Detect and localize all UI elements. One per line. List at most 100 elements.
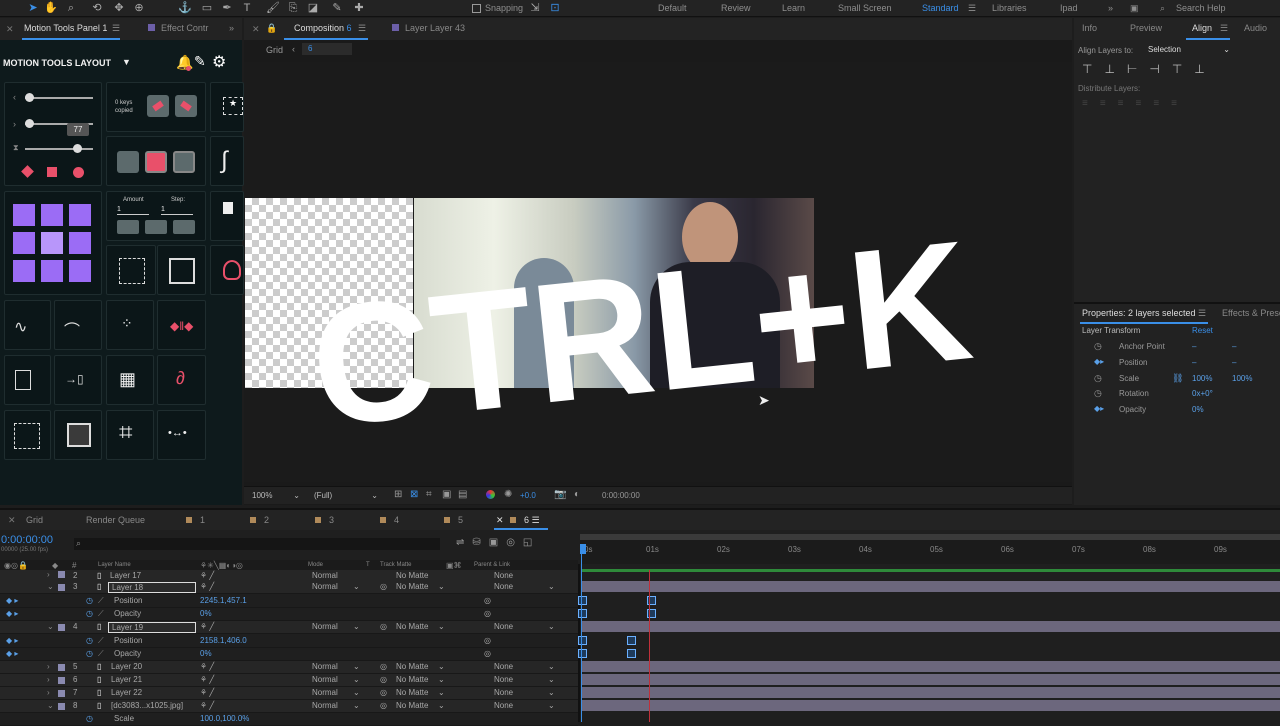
collapse-icon[interactable]: ⌄ [47, 622, 54, 631]
keyframe-nav-icon[interactable]: ◆ ▸ [6, 636, 18, 645]
label-color[interactable] [58, 571, 65, 578]
region-icon[interactable]: ⊞ [394, 489, 402, 500]
keyframe-diamond-icon[interactable] [21, 165, 34, 178]
collapse-icon[interactable]: ⌄ [47, 582, 54, 591]
more-tabs-icon[interactable]: » [229, 23, 234, 33]
expand-icon[interactable]: › [47, 570, 50, 579]
transfer-cell[interactable]: →▯ [54, 355, 102, 405]
shy-icon[interactable]: ⚘ ╱ [200, 701, 214, 710]
workspace-standard[interactable]: Standard [922, 3, 959, 13]
current-time[interactable]: 0:00:00:00 [602, 491, 640, 500]
shy-icon[interactable]: ⚘ ╱ [200, 688, 214, 697]
tile-cell[interactable]: ▦ [106, 355, 154, 405]
paste-keys-button[interactable] [175, 95, 197, 117]
brush-icon[interactable]: 🖌 [266, 1, 280, 15]
stopwatch-icon[interactable]: ◷ [1094, 341, 1102, 352]
tab-align[interactable]: Align [1192, 23, 1212, 33]
bounding-box-cell[interactable] [106, 245, 156, 295]
prop-value[interactable]: 0% [1192, 405, 1204, 414]
tab-comp-5[interactable]: 5 [444, 515, 463, 525]
layer-name[interactable]: Layer 20 [111, 662, 142, 671]
chevron-down-icon[interactable]: ⌄ [353, 582, 360, 591]
breadcrumb-6[interactable]: 6 [302, 43, 352, 55]
anchor-top[interactable] [41, 204, 63, 226]
anchor-bottom-left[interactable] [13, 260, 35, 282]
workspace-libraries[interactable]: Libraries [992, 3, 1027, 13]
anchor-bottom[interactable] [41, 260, 63, 282]
close-icon[interactable]: ✕ [8, 515, 16, 526]
mode-select[interactable]: Normal [312, 571, 338, 580]
property-row[interactable]: ◆ ▸ ◷ ⟋ Position 2158.1,406.0 ◎ [0, 635, 578, 648]
eraser-icon[interactable]: ◪ [306, 1, 320, 15]
mode-select[interactable]: Normal [312, 688, 338, 697]
col-parent[interactable]: Parent & Link [474, 562, 510, 568]
link-icon[interactable]: ⛓ [1172, 373, 1183, 384]
chevron-down-icon[interactable]: ▼ [122, 57, 131, 67]
keyframe-icon[interactable]: ◆▸ [1094, 357, 1104, 366]
resolution-select[interactable]: (Full) ⌄ [314, 490, 378, 502]
mode-select[interactable]: Normal [312, 675, 338, 684]
layer-duration-bar[interactable] [582, 661, 1280, 672]
layer-duration-bar[interactable] [582, 621, 1280, 632]
chevron-down-icon[interactable]: ⌄ [438, 582, 445, 591]
label-color[interactable] [58, 690, 65, 697]
step-input[interactable]: 1 [161, 206, 193, 215]
anchor-right[interactable] [69, 232, 91, 254]
link-icon[interactable]: ◎ [380, 701, 387, 710]
parent-select[interactable]: None [494, 662, 513, 671]
tab-composition[interactable]: Composition 6 [294, 23, 352, 33]
mode-select[interactable]: Normal [312, 622, 338, 631]
parent-select[interactable]: None [494, 675, 513, 684]
keyframe-icon[interactable] [578, 609, 587, 618]
chevron-down-icon[interactable]: ⌄ [438, 675, 445, 684]
tab-comp-1[interactable]: 1 [186, 515, 205, 525]
zoom-select[interactable]: 100% ⌄ [252, 490, 300, 502]
keyframe-nav-icon[interactable]: ◆ ▸ [6, 609, 18, 618]
label-color[interactable] [58, 703, 65, 710]
pan-behind-icon[interactable]: ⊕ [132, 1, 146, 15]
stroke-button[interactable] [173, 151, 195, 173]
link-icon[interactable]: ◎ [380, 688, 387, 697]
tab-comp-2[interactable]: 2 [250, 515, 269, 525]
align-to-select[interactable]: Selection ⌄ [1148, 44, 1230, 56]
pickwhip-icon[interactable]: ◎ [484, 649, 491, 658]
keyframe-circle-icon[interactable] [73, 167, 84, 178]
more-workspaces-icon[interactable]: » [1108, 3, 1113, 13]
layer-duration-bar[interactable] [582, 687, 1280, 698]
chevron-down-icon[interactable]: ⌄ [438, 662, 445, 671]
mode-select[interactable]: Normal [312, 582, 338, 591]
interpolate-button[interactable] [117, 151, 139, 173]
shy-icon[interactable]: ⚘ ╱ [200, 662, 214, 671]
snap-icon[interactable]: ⇲ [528, 1, 542, 15]
link-icon[interactable]: ◎ [380, 582, 387, 591]
chevron-down-icon[interactable]: ⌄ [353, 701, 360, 710]
layer-name[interactable]: Layer 22 [111, 688, 142, 697]
layer-duration-bar[interactable] [582, 581, 1280, 592]
chevron-down-icon[interactable]: ⌄ [548, 701, 555, 710]
keyframe-icon[interactable] [627, 649, 636, 658]
rectangle-icon[interactable]: ▭ [200, 1, 214, 15]
link-icon[interactable]: ◎ [380, 622, 387, 631]
track-matte-select[interactable]: No Matte [396, 582, 428, 591]
lock-icon[interactable]: 🔒 [266, 23, 277, 34]
mode-select[interactable]: Normal [312, 701, 338, 710]
selection-icon[interactable]: ➤ [26, 1, 40, 15]
layer-name[interactable]: Layer 17 [110, 571, 141, 580]
text-icon[interactable]: T [240, 1, 254, 15]
chevron-down-icon[interactable]: ⌄ [548, 662, 555, 671]
slider-handle[interactable] [73, 144, 82, 153]
tab-comp-4[interactable]: 4 [380, 515, 399, 525]
tab-render-queue[interactable]: Render Queue [86, 515, 145, 525]
collapse-icon[interactable]: ⌄ [47, 701, 54, 710]
align-left-button[interactable] [117, 220, 139, 234]
crop-cell[interactable]: ⌗ [106, 410, 154, 460]
anchor-left[interactable] [13, 232, 35, 254]
scatter-shapes-cell[interactable] [4, 410, 51, 460]
tab-info[interactable]: Info [1082, 23, 1097, 33]
layer-row[interactable]: › 7 ▯ Layer 22 ⚘ ╱ Normal ⌄ ◎ No Matte ⌄… [0, 687, 578, 700]
reset-button[interactable]: Reset [1192, 326, 1213, 335]
breadcrumb-grid[interactable]: Grid [266, 45, 283, 55]
mask-cell[interactable] [210, 245, 244, 295]
workspace-learn[interactable]: Learn [782, 3, 805, 13]
prop-value[interactable]: 0x+0° [1192, 389, 1213, 398]
